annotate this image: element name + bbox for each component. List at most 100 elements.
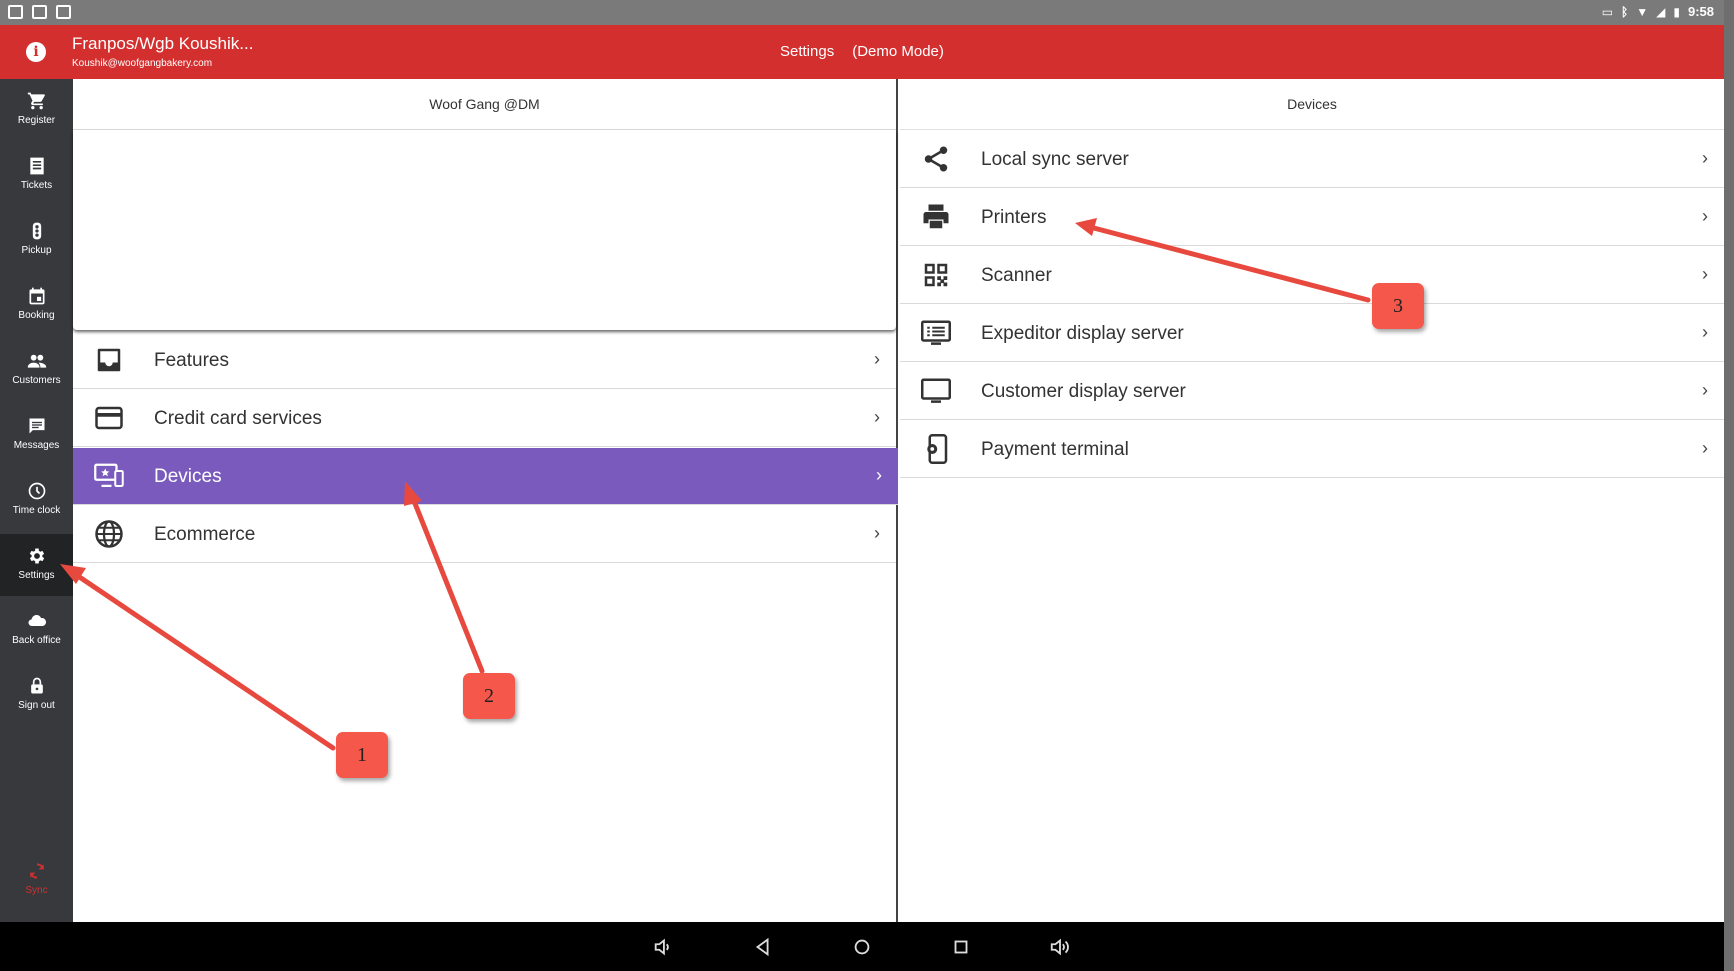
pane-title: Woof Gang @DM — [73, 79, 896, 130]
sidebar-item-label: Booking — [18, 310, 55, 321]
bluetooth-icon: ᛒ — [1621, 4, 1629, 19]
annotation-callout-1: 1 — [336, 732, 388, 778]
sidebar-item-register[interactable]: Register — [0, 79, 73, 141]
sidebar-item-booking[interactable]: Booking — [0, 274, 73, 336]
chevron-right-icon: › — [1702, 206, 1708, 226]
sidebar-item-settings[interactable]: Settings — [0, 534, 73, 596]
globe-icon — [95, 520, 123, 548]
clock-icon — [28, 482, 45, 500]
wifi-icon: ▼ — [1636, 4, 1649, 19]
traffic-light-icon — [32, 222, 41, 240]
device-item-expeditor-display-server[interactable]: Expeditor display server › — [900, 305, 1724, 362]
inbox-icon — [97, 348, 121, 372]
sidebar-item-time-clock[interactable]: Time clock — [0, 469, 73, 531]
device-item-label: Printers — [981, 207, 1047, 228]
device-item-label: Payment terminal — [981, 439, 1129, 460]
chevron-right-icon: › — [1702, 264, 1708, 284]
sidebar-item-label: Messages — [13, 440, 60, 451]
device-item-label: Customer display server — [981, 381, 1186, 402]
signal-icon: ◢ — [1656, 4, 1666, 19]
volume-up-icon[interactable] — [1049, 936, 1071, 958]
receipt-icon — [29, 157, 44, 175]
qr-code-icon — [924, 263, 948, 287]
app-bar-title: Settings (Demo Mode) — [780, 43, 944, 60]
chevron-right-icon: › — [1702, 380, 1708, 400]
sidebar-item-sync[interactable]: Sync — [0, 849, 73, 911]
device-item-local-sync-server[interactable]: Local sync server › — [900, 131, 1724, 188]
cart-icon — [27, 92, 45, 110]
store-logo-card[interactable] — [73, 130, 896, 330]
info-icon[interactable]: i — [26, 42, 46, 62]
system-nav-bar — [0, 922, 1724, 971]
device-item-customer-display-server[interactable]: Customer display server › — [900, 363, 1724, 420]
device-item-label: Local sync server — [981, 149, 1129, 170]
device-item-payment-terminal[interactable]: Payment terminal › — [900, 421, 1724, 478]
sidebar-item-sign-out[interactable]: Sign out — [0, 664, 73, 726]
notification-icons — [8, 5, 71, 19]
chevron-right-icon: › — [1702, 148, 1708, 168]
menu-item-label: Devices — [154, 466, 222, 487]
section-title: Settings — [780, 43, 835, 60]
devices-icon — [94, 463, 124, 487]
status-bar: ▭ ᛒ ▼ ◢ ▮ 9:58 — [0, 0, 1724, 25]
devices-pane: Devices Local sync server › Printers › S… — [900, 79, 1724, 922]
sidebar-item-customers[interactable]: Customers — [0, 339, 73, 401]
chat-icon — [29, 418, 44, 434]
lock-icon — [30, 677, 43, 694]
share-icon — [924, 146, 948, 172]
chevron-right-icon: › — [1702, 322, 1708, 342]
people-icon — [27, 354, 46, 368]
gear-icon — [29, 548, 44, 564]
sidebar-item-label: Sync — [25, 885, 48, 896]
menu-item-devices[interactable]: Devices › — [73, 448, 898, 505]
recents-icon[interactable] — [950, 936, 972, 958]
notification-icon — [56, 5, 71, 19]
sidebar-item-label: Back office — [12, 635, 61, 646]
sidebar-item-tickets[interactable]: Tickets — [0, 144, 73, 206]
chevron-right-icon: › — [874, 407, 880, 427]
sidebar-item-pickup[interactable]: Pickup — [0, 209, 73, 271]
credit-card-icon — [95, 406, 123, 430]
sidebar-item-label: Sign out — [18, 700, 55, 711]
notification-icon — [32, 5, 47, 19]
pane-title: Devices — [900, 79, 1724, 130]
mode-label: (Demo Mode) — [852, 43, 944, 60]
annotation-callout-2: 2 — [463, 673, 515, 719]
payment-terminal-icon — [927, 434, 948, 464]
user-email: Koushik@woofgangbakery.com — [72, 58, 213, 69]
app-bar: i Franpos/Wgb Koushik... Koushik@woofgan… — [0, 25, 1724, 79]
chevron-right-icon: › — [1702, 438, 1708, 458]
notification-icon — [8, 5, 23, 19]
menu-item-label: Ecommerce — [154, 524, 256, 545]
sidebar-item-label: Settings — [18, 570, 55, 581]
menu-item-features[interactable]: Features › — [73, 332, 896, 389]
calendar-icon — [29, 287, 44, 305]
menu-item-label: Credit card services — [154, 408, 322, 429]
device-item-scanner[interactable]: Scanner › — [900, 247, 1724, 304]
sidebar-item-label: Tickets — [20, 180, 53, 191]
cast-icon: ▭ — [1601, 4, 1614, 19]
sidebar-item-messages[interactable]: Messages — [0, 404, 73, 466]
system-icons: ▭ ᛒ ▼ ◢ ▮ 9:58 — [1602, 4, 1714, 19]
device-item-label: Expeditor display server — [981, 323, 1184, 344]
sidebar-item-label: Pickup — [21, 245, 52, 256]
device-item-printers[interactable]: Printers › — [900, 189, 1724, 246]
menu-item-ecommerce[interactable]: Ecommerce › — [73, 506, 896, 563]
user-name[interactable]: Franpos/Wgb Koushik... — [72, 34, 253, 54]
printer-icon — [923, 204, 949, 229]
sidebar-item-label: Customers — [12, 375, 61, 386]
volume-down-icon[interactable] — [652, 936, 674, 958]
home-icon[interactable] — [851, 936, 873, 958]
settings-menu-pane: Woof Gang @DM Features › Credit card ser… — [73, 79, 898, 922]
menu-item-credit-card-services[interactable]: Credit card services › — [73, 390, 896, 447]
back-icon[interactable] — [752, 936, 774, 958]
battery-icon: ▮ — [1673, 4, 1680, 19]
cloud-icon — [27, 614, 46, 627]
chevron-right-icon: › — [874, 349, 880, 369]
sidebar-item-back-office[interactable]: Back office — [0, 599, 73, 661]
list-display-icon — [921, 320, 951, 345]
chevron-right-icon: › — [874, 523, 880, 543]
sidebar-item-label: Time clock — [12, 505, 61, 516]
sidebar-item-label: Register — [17, 115, 56, 126]
device-item-label: Scanner — [981, 265, 1052, 286]
